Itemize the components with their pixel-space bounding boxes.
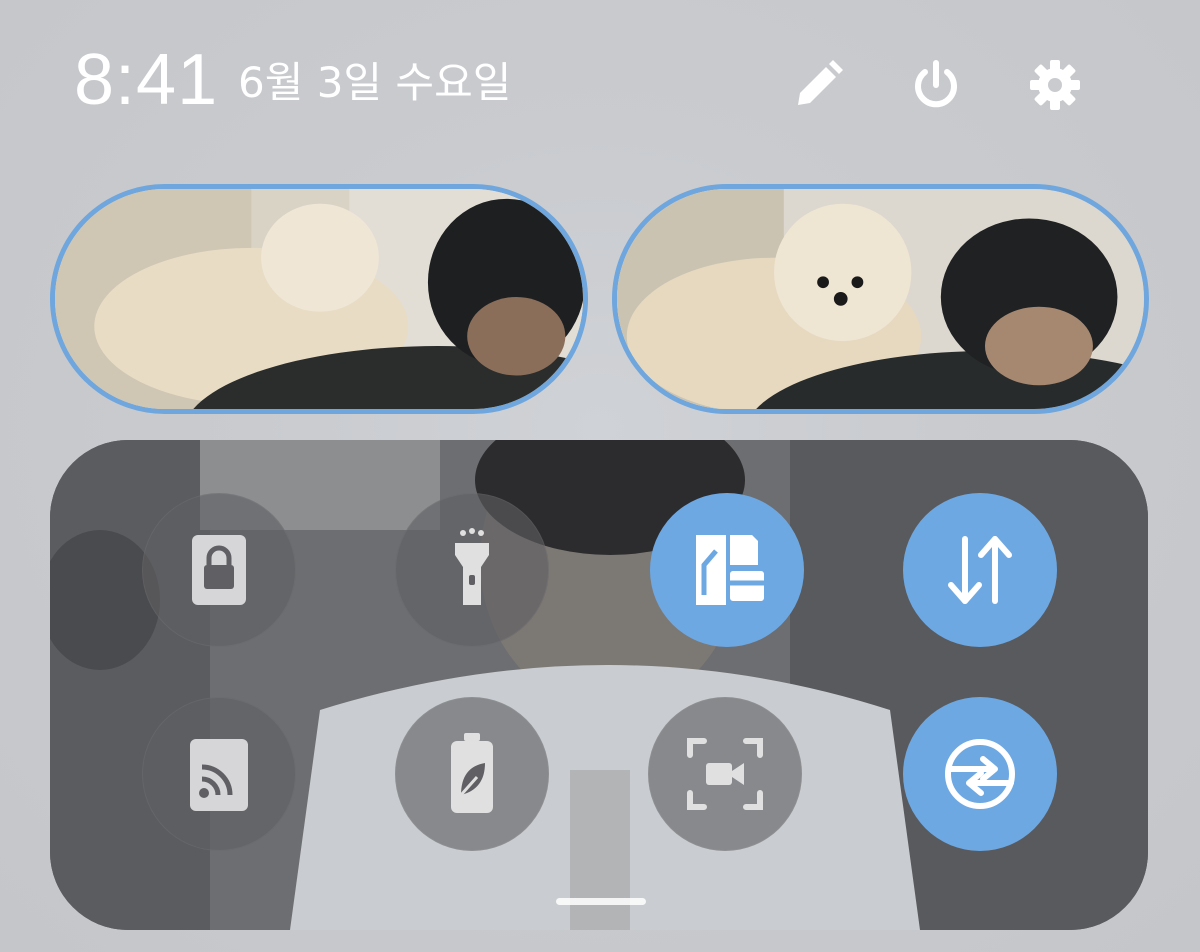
- photo-image: [55, 189, 583, 409]
- clock: 8:41: [74, 40, 219, 120]
- dual-sim-icon: [696, 535, 764, 605]
- quick-settings-panel: [50, 440, 1148, 930]
- data-transfer-tile[interactable]: [903, 493, 1057, 647]
- date-label: 6월 3일 수요일: [238, 58, 512, 107]
- screen-record-icon: [687, 738, 763, 810]
- screen-record-tile[interactable]: [648, 697, 802, 851]
- status-header: 8:41 6월 3일 수요일: [0, 0, 1200, 160]
- power-saving-tile[interactable]: [395, 697, 549, 851]
- data-transfer-icon: [948, 536, 1012, 604]
- photo-image: [617, 189, 1144, 409]
- media-tile-left[interactable]: [50, 184, 588, 414]
- lock-icon: [192, 535, 246, 605]
- flashlight-icon: [455, 528, 489, 605]
- lock-tile[interactable]: [142, 493, 296, 647]
- power-icon[interactable]: [906, 55, 966, 115]
- pencil-icon[interactable]: [788, 55, 848, 115]
- media-tile-right[interactable]: [612, 184, 1149, 414]
- dual-sim-tile[interactable]: [650, 493, 804, 647]
- cast-icon: [190, 739, 248, 811]
- power-saving-icon: [451, 733, 493, 813]
- flashlight-tile[interactable]: [395, 493, 549, 647]
- drag-handle[interactable]: [556, 898, 646, 905]
- gear-icon[interactable]: [1025, 55, 1085, 115]
- cast-tile[interactable]: [142, 697, 296, 851]
- auto-rotate-icon: [945, 739, 1015, 809]
- auto-rotate-tile[interactable]: [903, 697, 1057, 851]
